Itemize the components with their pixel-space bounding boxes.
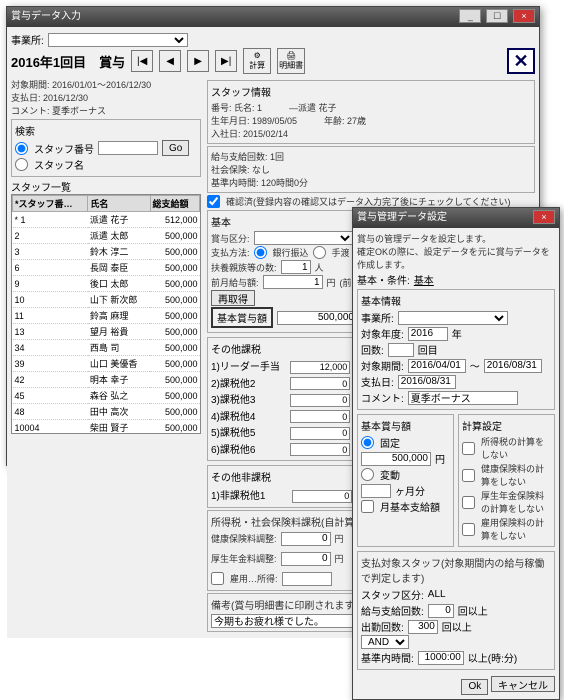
maximize-icon[interactable]: ☐ <box>486 9 508 23</box>
sonota-input[interactable] <box>290 394 350 407</box>
table-row[interactable]: 34西島 司500,000 <box>13 340 200 356</box>
main-titlebar: 賞与データ入力 _ ☐ × <box>7 7 539 27</box>
table-row[interactable]: 39山口 美優香500,000 <box>13 356 200 372</box>
period-title: 2016年1回目 賞与 <box>11 52 125 71</box>
search-by-name-radio[interactable] <box>15 158 28 171</box>
calc-opt-checkbox[interactable] <box>462 442 475 455</box>
bonus-type-select[interactable] <box>254 231 354 245</box>
variable-radio[interactable] <box>361 468 374 481</box>
period-range: 対象期間: 2016/01/01～2016/12/30 <box>11 78 201 91</box>
table-row[interactable]: 6長岡 泰臣500,000 <box>13 260 200 276</box>
comment: コメント: 夏季ボーナス <box>11 104 201 117</box>
dlg2-titlebar: 賞与管理データ設定 × <box>353 208 559 228</box>
monthbase-checkbox[interactable] <box>361 500 374 513</box>
search-by-no-radio[interactable] <box>15 142 28 155</box>
emp-adj-checkbox[interactable] <box>211 572 224 585</box>
dlg2-period-from[interactable] <box>408 359 466 373</box>
staff-table[interactable]: *スタッフ番…氏名総支給額 * 1派遣 花子512,0002派遣 太郎500,0… <box>11 194 201 434</box>
sonota-input[interactable] <box>290 443 350 456</box>
table-row[interactable]: 10004柴田 賢子500,000 <box>13 420 200 435</box>
unit-label: 事業所: <box>11 32 44 47</box>
dlg2-unit-select[interactable] <box>398 311 508 325</box>
table-row[interactable]: 10山下 新次郎500,000 <box>13 292 200 308</box>
sonota-input[interactable] <box>290 377 350 390</box>
paytimes-input[interactable] <box>428 604 454 618</box>
table-row[interactable]: 11鈴高 麻理500,000 <box>13 308 200 324</box>
recalc-button[interactable]: 再取得 <box>211 290 255 306</box>
dlg2-comment-input[interactable] <box>408 391 518 405</box>
sonota-input[interactable] <box>290 427 350 440</box>
table-row[interactable]: 45森谷 弘之500,000 <box>13 388 200 404</box>
stdtime-input[interactable] <box>418 651 464 665</box>
prev-pay-input[interactable] <box>263 275 323 289</box>
andor-select[interactable]: AND <box>361 635 409 649</box>
fixed-amount-input[interactable] <box>361 452 431 466</box>
calc-opt-checkbox[interactable] <box>462 523 475 536</box>
dlg2-period-to[interactable] <box>484 359 542 373</box>
search-label: 検索 <box>15 123 197 138</box>
table-row[interactable]: 3鈴木 淳二500,000 <box>13 244 200 260</box>
table-row[interactable]: 13望月 裕貴500,000 <box>13 324 200 340</box>
print-button[interactable]: 🖨明細書 <box>277 48 305 74</box>
unit-select[interactable] <box>48 33 188 47</box>
attend-input[interactable] <box>408 620 438 634</box>
tax-adj-input[interactable] <box>281 532 331 546</box>
next-icon[interactable]: ▶ <box>187 50 209 72</box>
ok-button[interactable]: Ok <box>461 679 488 695</box>
table-row[interactable]: * 1派遣 花子512,000 <box>13 212 200 228</box>
pay-cash-radio[interactable] <box>313 246 326 259</box>
sonota-input[interactable] <box>290 361 350 374</box>
minimize-icon[interactable]: _ <box>459 9 481 23</box>
pay-bank-radio[interactable] <box>254 246 267 259</box>
calc-opt-checkbox[interactable] <box>462 469 475 482</box>
table-row[interactable]: 2派遣 太郎500,000 <box>13 228 200 244</box>
staff-info-label: スタッフ情報 <box>211 84 531 99</box>
dlg2-paydate-input[interactable] <box>398 375 456 389</box>
cancel-button[interactable]: キャンセル <box>491 676 555 692</box>
dlg2-times-input[interactable] <box>388 343 414 357</box>
sonota-input[interactable] <box>290 410 350 423</box>
first-icon[interactable]: |◀ <box>131 50 153 72</box>
dependents-input[interactable] <box>281 260 311 274</box>
dlg2-title: 賞与管理データ設定 <box>357 208 447 228</box>
tab-basic[interactable]: 基本 <box>414 272 434 287</box>
table-row[interactable]: 9後口 太郎500,000 <box>13 276 200 292</box>
go-button[interactable]: Go <box>162 140 189 156</box>
prev-icon[interactable]: ◀ <box>159 50 181 72</box>
months-input[interactable] <box>361 484 391 498</box>
close-icon[interactable]: × <box>513 9 535 23</box>
table-row[interactable]: 48田中 高次500,000 <box>13 404 200 420</box>
dlg2-close-icon[interactable]: × <box>533 210 555 224</box>
fixed-radio[interactable] <box>361 436 374 449</box>
last-icon[interactable]: ▶| <box>215 50 237 72</box>
main-title: 賞与データ入力 <box>11 7 81 27</box>
staff-list-label: スタッフ一覧 <box>11 179 201 194</box>
base-bonus-input[interactable] <box>277 311 357 325</box>
confirm-checkbox[interactable] <box>207 195 220 208</box>
calc-opt-checkbox[interactable] <box>462 496 475 509</box>
search-input[interactable] <box>98 141 158 155</box>
tax-adj-input[interactable] <box>281 552 331 566</box>
close-x-button[interactable]: ✕ <box>507 48 535 74</box>
hikazei-input[interactable] <box>292 490 352 503</box>
calc-button[interactable]: ⚙計算 <box>243 48 271 74</box>
paydate: 支払日: 2016/12/30 <box>11 91 201 104</box>
table-row[interactable]: 42明本 幸子500,000 <box>13 372 200 388</box>
dlg2-year-input[interactable] <box>408 327 448 341</box>
